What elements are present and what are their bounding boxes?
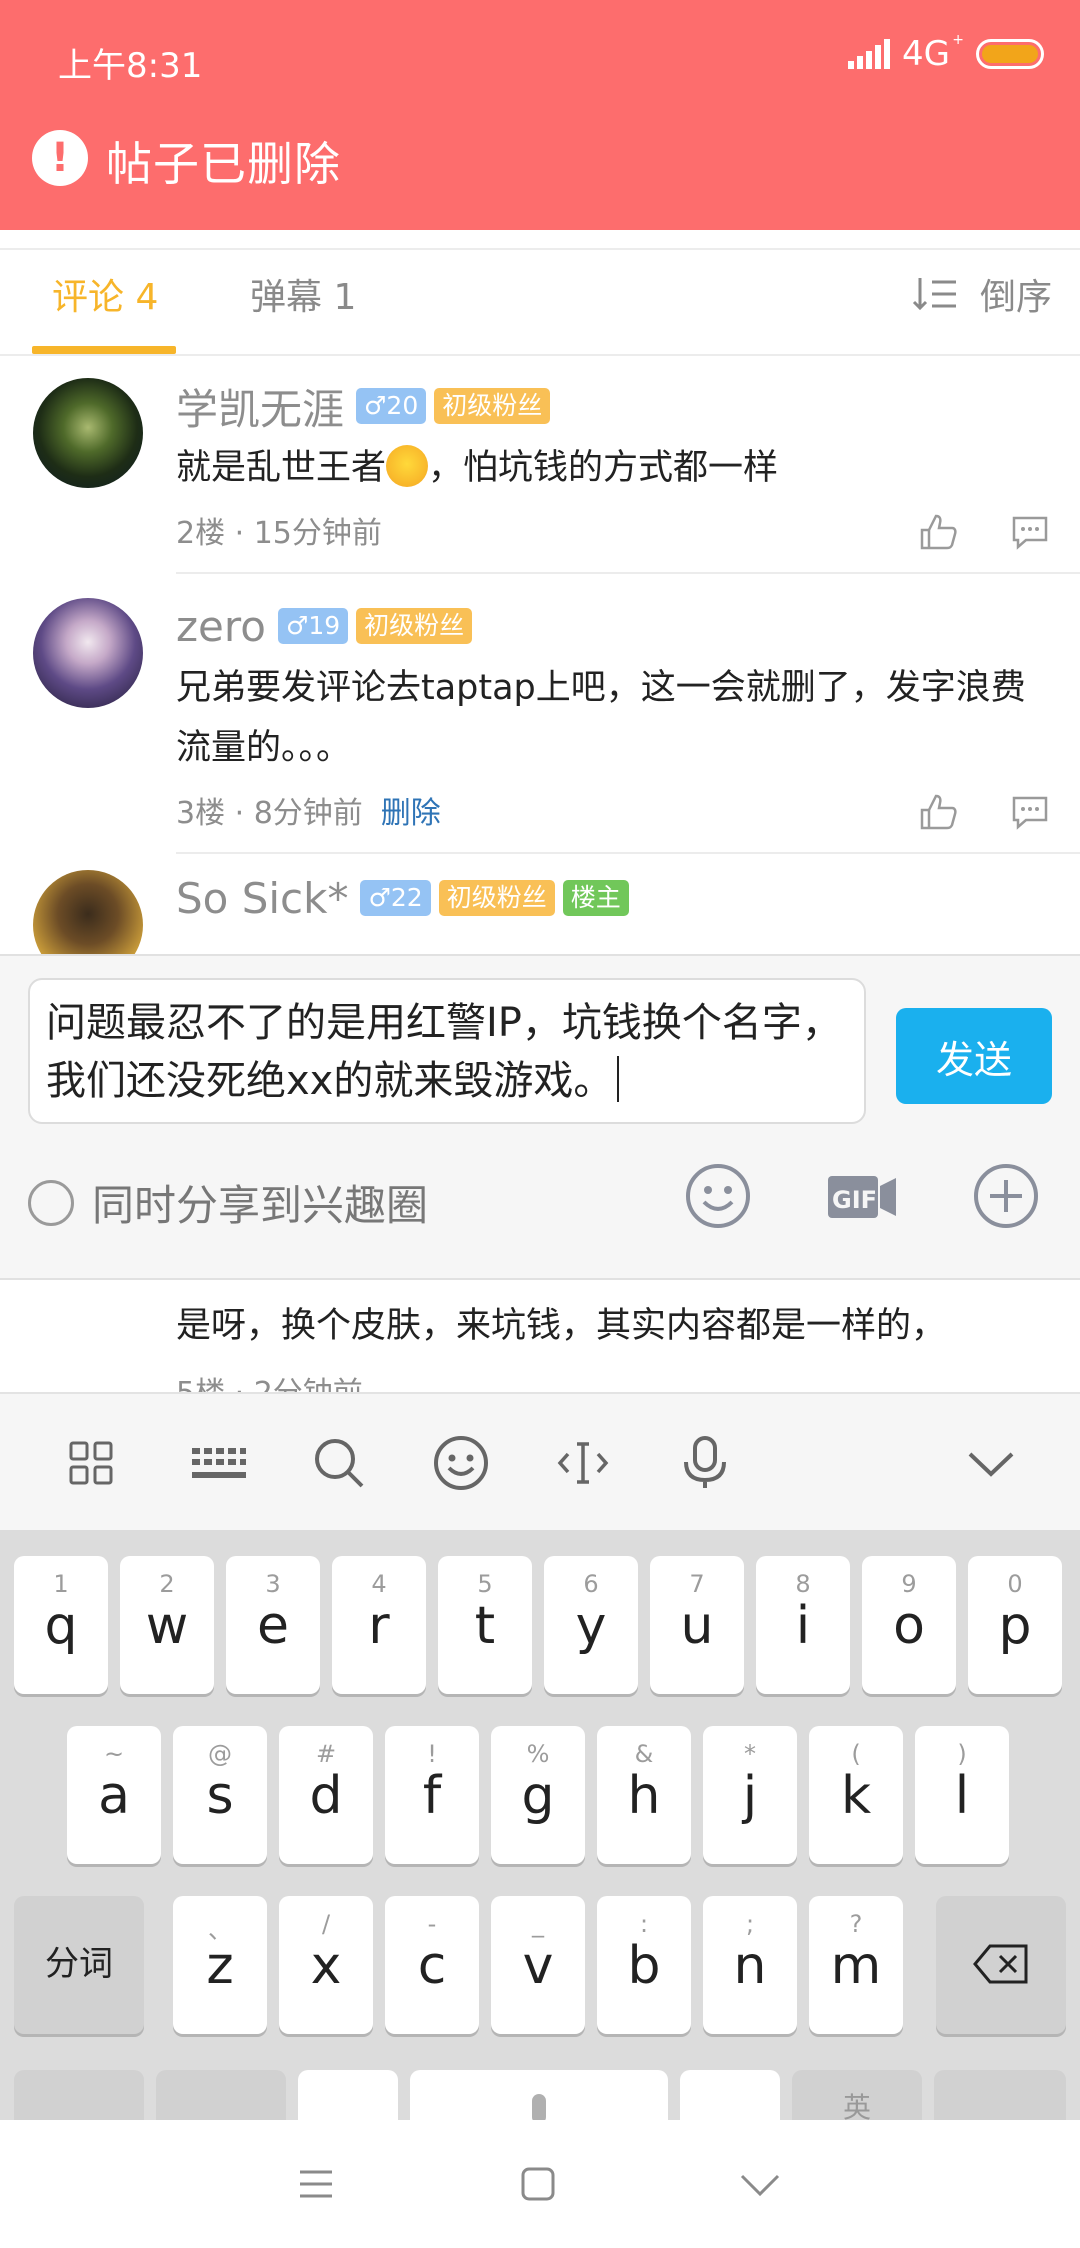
key-a[interactable]: ~ a xyxy=(67,1726,161,1864)
key-n[interactable]: ; n xyxy=(703,1896,797,2034)
reply-icon[interactable] xyxy=(1010,792,1050,832)
key-b[interactable]: :b xyxy=(597,1896,691,2034)
key-s[interactable]: @ s xyxy=(173,1726,267,1864)
comment-item: So Sick* ♂22 初级粉丝 楼主 xyxy=(0,870,1080,954)
divider xyxy=(176,852,1080,854)
share-radio[interactable] xyxy=(28,1179,74,1226)
status-time: 上午8:31 xyxy=(58,46,203,86)
comment-floor-time: 3楼 · 8分钟前 xyxy=(176,796,363,831)
gif-icon[interactable]: GIF xyxy=(826,1172,898,1222)
delete-link[interactable]: 删除 xyxy=(381,788,441,832)
key-y[interactable]: 6y xyxy=(544,1556,638,1694)
key-o[interactable]: 9o xyxy=(862,1556,956,1694)
tab-danmaku[interactable]: 弹幕 1 xyxy=(250,268,356,320)
battery-icon xyxy=(976,39,1044,69)
comment-item: 是呀，换个皮肤，来坑钱，其实内容都是一样的， 5楼 · 2分钟前 xyxy=(0,1282,1080,1392)
key-u[interactable]: 7u xyxy=(650,1556,744,1694)
back-icon[interactable] xyxy=(730,2154,790,2214)
sort-icon xyxy=(912,278,956,311)
key-q[interactable]: 1q xyxy=(14,1556,108,1694)
key-k[interactable]: (k xyxy=(809,1726,903,1864)
app-header: 上午8:31 4G + ! 帖子已删除 xyxy=(0,0,1080,230)
reply-icon[interactable] xyxy=(1010,512,1050,552)
grid-menu-icon[interactable] xyxy=(62,1434,120,1492)
text-caret xyxy=(617,1056,620,1102)
status-indicators: 4G + xyxy=(848,32,1044,74)
comment-input[interactable]: 问题最忍不了的是用红警IP，坑钱换个名字，我们还没死绝xx的就来毁游戏。 xyxy=(28,978,866,1124)
signal-icon xyxy=(848,39,891,69)
fan-badge: 初级粉丝 xyxy=(356,608,473,644)
backspace-icon xyxy=(973,1944,1028,1984)
username[interactable]: So Sick* xyxy=(176,874,348,923)
sort-toggle[interactable]: 倒序 xyxy=(912,268,1052,320)
key-d[interactable]: # d xyxy=(279,1726,373,1864)
menu-icon[interactable] xyxy=(286,2154,346,2214)
backspace-key[interactable] xyxy=(936,1896,1066,2034)
keyboard-layout-icon[interactable] xyxy=(188,1434,248,1492)
key-p[interactable]: 0p xyxy=(968,1556,1062,1694)
add-icon[interactable] xyxy=(972,1162,1040,1230)
key-g[interactable]: % g xyxy=(491,1726,585,1864)
emoji-icon[interactable] xyxy=(684,1162,752,1230)
microphone-icon[interactable] xyxy=(676,1434,734,1492)
segment-key[interactable]: 分词 xyxy=(14,1896,144,2034)
angry-face-icon xyxy=(386,445,429,487)
level-badge: ♂22 xyxy=(360,880,431,916)
comment-floor-time: 5楼 · 2分钟前 xyxy=(176,1368,363,1392)
host-badge: 楼主 xyxy=(562,880,629,916)
key-i[interactable]: 8i xyxy=(756,1556,850,1694)
home-icon[interactable] xyxy=(508,2154,568,2214)
comment-text: 就是乱世王者 ，怕坑钱的方式都一样 xyxy=(176,438,1050,498)
avatar[interactable] xyxy=(33,870,143,954)
comment-composer: 问题最忍不了的是用红警IP，坑钱换个名字，我们还没死绝xx的就来毁游戏。 发送 … xyxy=(0,954,1080,1280)
username[interactable]: 学凯无涯 xyxy=(176,376,344,437)
comment-text: 是呀，换个皮肤，来坑钱，其实内容都是一样的， xyxy=(176,1306,947,1346)
like-icon[interactable] xyxy=(918,792,958,832)
username[interactable]: zero xyxy=(176,602,266,651)
like-icon[interactable] xyxy=(918,512,958,552)
avatar[interactable] xyxy=(33,378,143,488)
avatar[interactable] xyxy=(33,598,143,708)
tab-comments[interactable]: 评论 4 xyxy=(52,268,158,320)
share-label: 同时分享到兴趣圈 xyxy=(92,1181,429,1230)
page-title: 帖子已删除 xyxy=(106,137,341,191)
keyboard-toolbar xyxy=(0,1392,1080,1530)
level-badge: ♂19 xyxy=(277,608,349,644)
key-m[interactable]: ? m xyxy=(809,1896,903,2034)
share-toggle[interactable]: 同时分享到兴趣圈 xyxy=(28,1172,428,1233)
comment-floor-time: 2楼 · 15分钟前 xyxy=(176,516,382,551)
gif-label: GIF xyxy=(832,1186,877,1214)
key-w[interactable]: 2w xyxy=(120,1556,214,1694)
emoji-icon[interactable] xyxy=(432,1434,490,1492)
key-x[interactable]: / x xyxy=(279,1896,373,2034)
key-h[interactable]: & h xyxy=(597,1726,691,1864)
search-icon[interactable] xyxy=(310,1434,368,1492)
cursor-move-icon[interactable] xyxy=(554,1434,612,1492)
comment-text: 兄弟要发评论去taptap上吧，这一会就删了，发字浪费流量的。。。 xyxy=(176,668,1026,768)
key-z[interactable]: 、 z xyxy=(173,1896,267,2034)
active-tab-indicator xyxy=(32,346,176,354)
fan-badge: 初级粉丝 xyxy=(434,388,551,424)
key-v[interactable]: _ v xyxy=(491,1896,585,2034)
chevron-down-icon[interactable] xyxy=(962,1434,1020,1492)
key-c[interactable]: -c xyxy=(385,1896,479,2034)
key-t[interactable]: 5t xyxy=(438,1556,532,1694)
key-f[interactable]: ! f xyxy=(385,1726,479,1864)
alert-icon: ! xyxy=(32,130,88,186)
send-button[interactable]: 发送 xyxy=(896,1008,1052,1104)
divider xyxy=(176,572,1080,574)
sort-label: 倒序 xyxy=(979,277,1052,318)
key-r[interactable]: 4r xyxy=(332,1556,426,1694)
level-badge: ♂20 xyxy=(356,388,427,424)
soft-keyboard: 1q 2w 3e 4r 5t 6y 7u 8i 9o 0p ~ a @ s # d !… xyxy=(0,1530,1080,2130)
network-type: 4G + xyxy=(902,32,964,74)
system-nav-bar xyxy=(0,2120,1080,2248)
comment-tabs: 评论 4 弹幕 1 倒序 xyxy=(0,248,1080,356)
key-l[interactable]: ) l xyxy=(915,1726,1009,1864)
key-j[interactable]: * j xyxy=(703,1726,797,1864)
key-e[interactable]: 3e xyxy=(226,1556,320,1694)
fan-badge: 初级粉丝 xyxy=(438,880,555,916)
